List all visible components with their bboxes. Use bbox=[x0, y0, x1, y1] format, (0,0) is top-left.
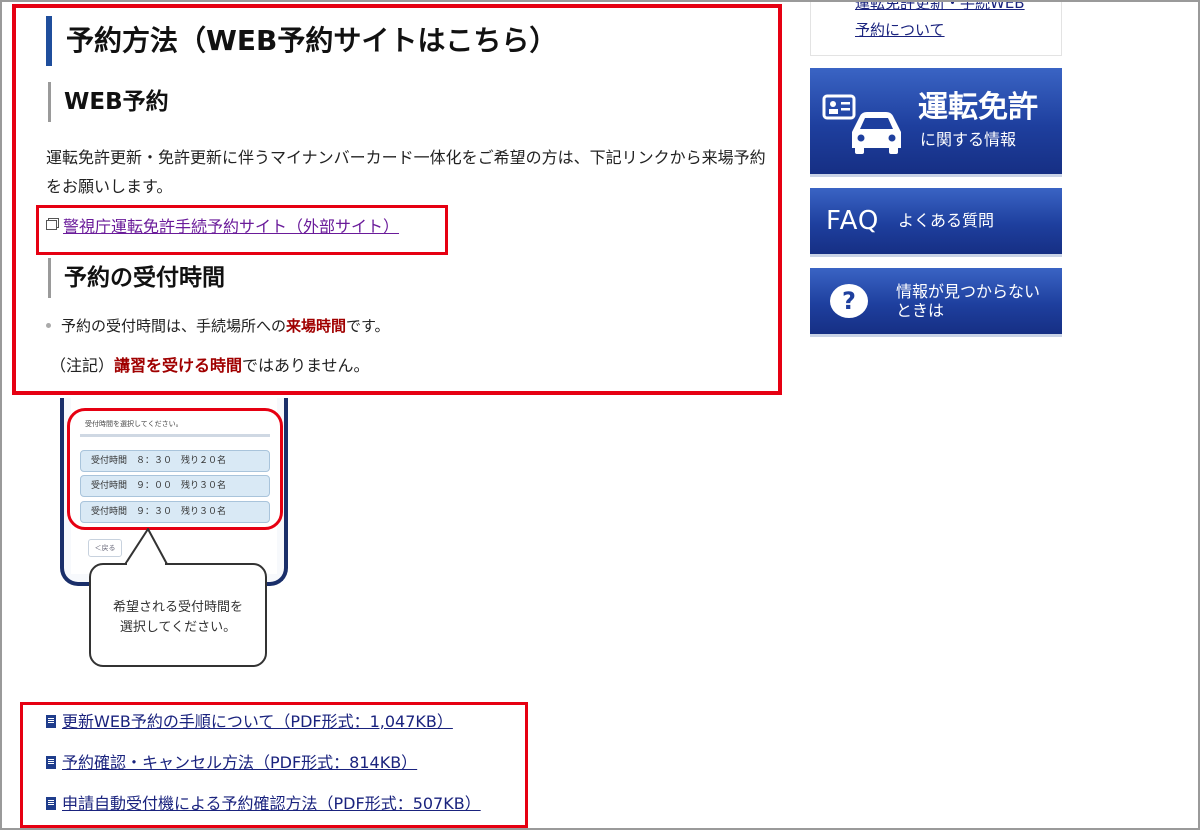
sidebar-link-web-reservation-line1[interactable]: 運転免許更新・手続WEB bbox=[855, 0, 1025, 14]
faq-banner-subtitle: よくある質問 bbox=[898, 211, 995, 230]
time-slot-0900: 受付時間 ９：００ 残り３０名 bbox=[80, 475, 270, 497]
speech-bubble: 希望される受付時間を 選択してください。 bbox=[89, 563, 267, 667]
sidebar-related-links: 運転免許更新・手続WEB 予約について bbox=[810, 0, 1062, 56]
select-title-divider bbox=[80, 434, 270, 437]
faq-banner[interactable]: FAQ よくある質問 bbox=[810, 188, 1062, 254]
license-car-icon bbox=[822, 94, 901, 154]
question-icon: ? bbox=[830, 284, 868, 318]
bubble-line-2: 選択してください。 bbox=[119, 620, 237, 635]
faq-banner-title: FAQ bbox=[826, 206, 880, 236]
help-banner-text: 情報が見つからない ときは bbox=[896, 282, 1040, 320]
select-time-title: 受付時間を選択してください。 bbox=[85, 420, 183, 428]
help-banner-line-1: 情報が見つからない bbox=[896, 282, 1041, 301]
time-slot-0830: 受付時間 ８：３０ 残り２０名 bbox=[80, 450, 270, 472]
help-banner-line-2: ときは bbox=[896, 301, 945, 320]
license-banner-title: 運転免許 bbox=[918, 90, 1038, 125]
highlight-box-main bbox=[12, 4, 782, 395]
sidebar-link-web-reservation-line2[interactable]: 予約について bbox=[855, 19, 945, 41]
illustration-back-button: ＜戻る bbox=[88, 539, 122, 557]
highlight-box-external-link bbox=[36, 205, 448, 255]
highlight-box-pdf-links bbox=[20, 702, 528, 828]
license-banner-subtitle: に関する情報 bbox=[920, 130, 1017, 149]
driver-license-info-banner[interactable]: 運転免許 に関する情報 bbox=[810, 68, 1062, 174]
bubble-line-1: 希望される受付時間を bbox=[112, 600, 243, 615]
info-not-found-banner[interactable]: ? 情報が見つからない ときは bbox=[810, 268, 1062, 334]
time-slot-0930: 受付時間 ９：３０ 残り３０名 bbox=[80, 501, 270, 523]
